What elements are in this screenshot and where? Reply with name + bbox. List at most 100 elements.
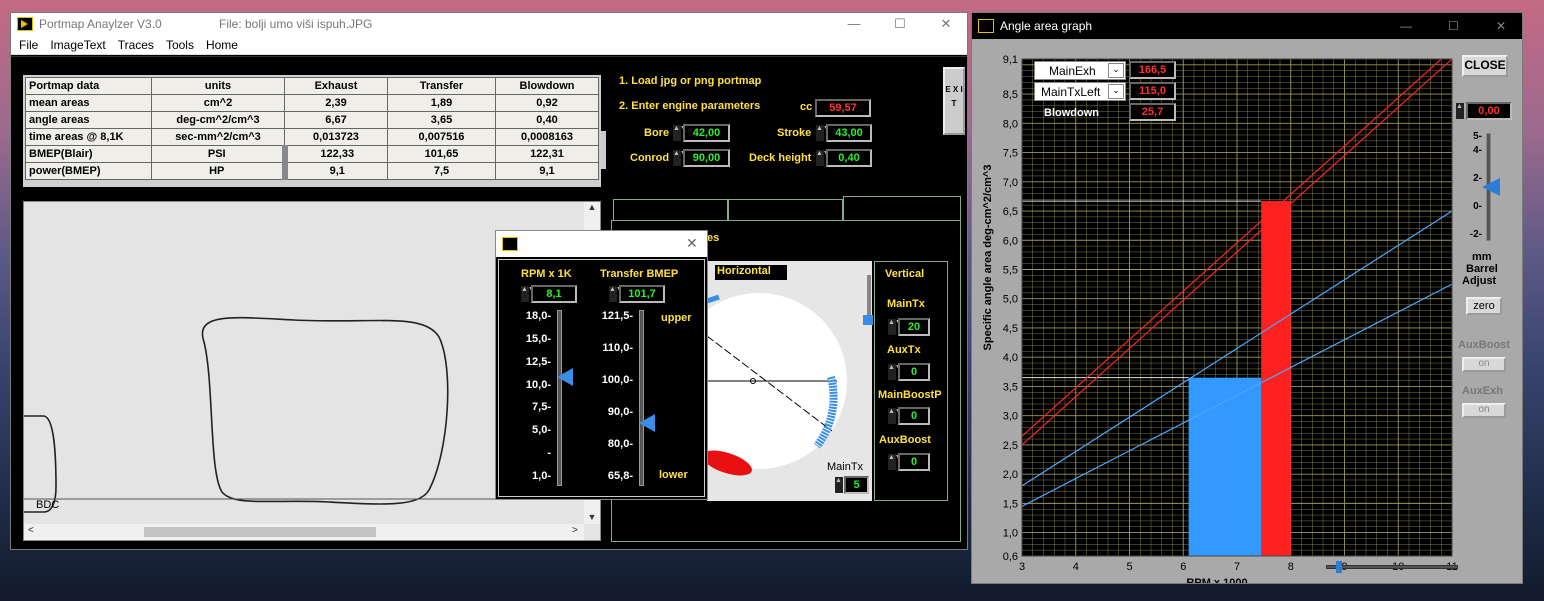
- graph-close-button[interactable]: ✕: [1496, 19, 1506, 33]
- legend-mainexh-label: MainExh: [1049, 64, 1096, 78]
- table-cell: power(BMEP): [25, 162, 152, 180]
- y-tick-label: 9,1: [1003, 54, 1018, 66]
- conrod-field[interactable]: 90,00: [683, 149, 730, 167]
- aux-exh-toggle[interactable]: on: [1462, 403, 1506, 418]
- table-cell: angle areas: [25, 111, 152, 129]
- table-cell: 122,33: [284, 145, 388, 163]
- graph-minimize-button[interactable]: —: [1400, 19, 1412, 33]
- bmep-slider-track[interactable]: [639, 310, 644, 486]
- rpm-field[interactable]: 8,1: [531, 285, 577, 303]
- horizontal-scrollbar[interactable]: < >: [24, 524, 584, 540]
- zero-button[interactable]: zero: [1466, 297, 1502, 315]
- aux-tx-field[interactable]: 0: [898, 363, 930, 381]
- tab-3[interactable]: [843, 196, 961, 221]
- bmep-field[interactable]: 101,7: [619, 285, 665, 303]
- labview-icon: [17, 17, 33, 31]
- rpm-slider-thumb[interactable]: [557, 367, 573, 386]
- legend-blowdown-label: Blowdown: [1044, 107, 1099, 119]
- table-cell: 3,65: [387, 111, 496, 129]
- tab-2[interactable]: [728, 199, 843, 221]
- cc-value[interactable]: 59,57: [815, 99, 871, 117]
- popup-titlebar: ✕: [496, 231, 707, 257]
- bmep-tick-label: 90,0-: [607, 406, 633, 418]
- rpm-slider-track[interactable]: [557, 310, 562, 486]
- table-header-row: Portmap data units Exhaust Transfer Blow…: [25, 77, 599, 95]
- close-graph-button[interactable]: CLOSE: [1462, 55, 1508, 77]
- vertical-slider-thumb[interactable]: [863, 315, 873, 325]
- main-boost-field[interactable]: 0: [898, 407, 930, 425]
- deck-height-spinner[interactable]: ▲▼: [816, 150, 830, 166]
- main-window-file: File: bolji umo viši ispuh.JPG: [219, 17, 373, 31]
- units-select[interactable]: PSI: [151, 145, 288, 163]
- scroll-thumb[interactable]: [144, 527, 376, 537]
- menu-traces[interactable]: Traces: [114, 38, 158, 52]
- table-cell: 0,92: [495, 94, 599, 112]
- barrel-adjust-label: Adjust: [1462, 275, 1497, 287]
- table-cell: 2,39: [284, 94, 388, 112]
- units-select[interactable]: HP: [151, 162, 288, 180]
- x-tick-label: 4: [1073, 561, 1079, 573]
- x-axis-label: RPM x 1000: [1186, 577, 1247, 584]
- legend: MainExh ⌄ 166,5 MainTxLeft ⌄ 115,0 Blowd…: [1034, 61, 1176, 123]
- menu-tools[interactable]: Tools: [162, 38, 198, 52]
- barrel-tick-label: 0-: [1473, 201, 1482, 212]
- deck-height-field[interactable]: 0,40: [826, 149, 872, 167]
- barrel-slider-thumb[interactable]: [1482, 178, 1500, 196]
- table-scrollbar[interactable]: [601, 131, 606, 169]
- popup-body: RPM x 1K ▲▼ 8,1 Transfer BMEP ▲▼ 101,7 u…: [498, 259, 705, 497]
- popup-close-button[interactable]: ✕: [686, 235, 698, 252]
- labview-icon: [978, 19, 994, 33]
- stroke-field[interactable]: 43,00: [826, 124, 872, 142]
- bmep-slider-thumb[interactable]: [639, 413, 655, 432]
- graph-window: Angle area graph — ☐ ✕ 345678910110,61,0…: [971, 12, 1523, 584]
- stroke-spinner[interactable]: ▲▼: [816, 125, 830, 141]
- graph-maximize-button[interactable]: ☐: [1448, 19, 1459, 33]
- rpm-tick-label: 12,5-: [525, 355, 551, 368]
- close-button[interactable]: ✕: [923, 13, 967, 35]
- y-tick-label: 6,5: [1003, 206, 1018, 218]
- aux-tx-spinner[interactable]: ▲▼: [888, 364, 902, 380]
- main-tx-field[interactable]: 20: [898, 318, 930, 336]
- conrod-spinner[interactable]: ▲▼: [673, 150, 687, 166]
- rpm-spinner[interactable]: ▲▼: [521, 286, 535, 302]
- menu-file[interactable]: File: [15, 38, 42, 52]
- table-cell: 101,65: [387, 145, 496, 163]
- bottom-slider-track[interactable]: [1326, 565, 1458, 569]
- main-tx-spinner[interactable]: ▲▼: [888, 319, 902, 335]
- tab-1[interactable]: [613, 199, 728, 221]
- bore-spinner[interactable]: ▲▼: [673, 125, 687, 141]
- aux-boost-field[interactable]: 0: [898, 453, 930, 471]
- maximize-button[interactable]: ☐: [877, 13, 923, 35]
- table-cell: sec-mm^2/cm^3: [151, 128, 285, 146]
- aux-boost-toggle[interactable]: on: [1462, 357, 1506, 372]
- exit-button[interactable]: E X I T: [943, 67, 965, 135]
- cc-label: cc: [800, 101, 813, 113]
- minimize-button[interactable]: —: [831, 13, 877, 35]
- vertical-slider-track[interactable]: [867, 275, 871, 319]
- rpm-tick-label: 15,0-: [525, 332, 551, 345]
- y-tick-label: 4,0: [1003, 352, 1018, 364]
- deck-height-label: Deck height: [749, 152, 812, 164]
- legend-dropdown-icon[interactable]: ⌄: [1108, 63, 1124, 78]
- stroke-label: Stroke: [777, 127, 812, 139]
- bore-field[interactable]: 42,00: [683, 124, 730, 142]
- barrel-spinner[interactable]: ▲▼: [1456, 103, 1470, 119]
- vertical-panel: Vertical MainTx ▲▼ 20 AuxTx ▲▼ 0 MainBoo…: [874, 261, 948, 501]
- menu-home[interactable]: Home: [202, 38, 242, 52]
- bottom-slider-thumb[interactable]: [1336, 561, 1342, 573]
- aux-boost-label: AuxBoost: [879, 434, 931, 446]
- legend-dropdown-icon[interactable]: ⌄: [1108, 84, 1124, 99]
- maintx-small-value[interactable]: 5: [844, 476, 869, 494]
- bmep-tick-label: 121,5-: [601, 310, 633, 322]
- y-tick-label: 7,5: [1003, 148, 1018, 160]
- table-cell: 0,013723: [284, 128, 388, 146]
- menu-imagetext[interactable]: ImageText: [46, 38, 109, 52]
- y-tick-label: 4,5: [1003, 323, 1018, 335]
- graph-titlebar: Angle area graph — ☐ ✕: [972, 13, 1522, 39]
- aux-boost-spinner[interactable]: ▲▼: [888, 454, 902, 470]
- table-row: angle areas deg-cm^2/cm^3 6,67 3,65 0,40: [25, 111, 599, 129]
- main-titlebar: Portmap Anaylzer V3.0 File: bolji umo vi…: [11, 13, 967, 35]
- main-boost-spinner[interactable]: ▲▼: [888, 408, 902, 424]
- bmep-spinner[interactable]: ▲▼: [609, 286, 623, 302]
- maintx-small-spinner[interactable]: ▲▼: [835, 477, 849, 493]
